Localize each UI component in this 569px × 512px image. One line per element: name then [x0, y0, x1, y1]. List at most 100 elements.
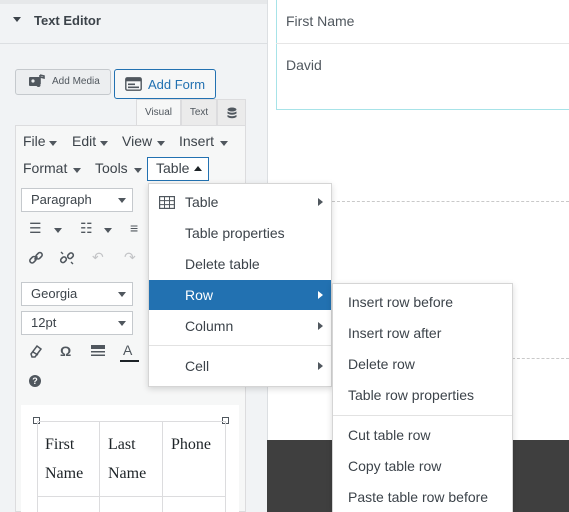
- menu-item-label: Table properties: [185, 225, 285, 241]
- media-icon: [29, 74, 45, 87]
- menu-edit[interactable]: Edit: [72, 133, 96, 149]
- row-submenu: Insert row before Insert row after Delet…: [332, 283, 513, 512]
- align-left-icon[interactable]: ≡: [130, 220, 138, 236]
- menu-item-label: Table row properties: [348, 387, 475, 403]
- text-color-icon[interactable]: A: [123, 342, 132, 358]
- menu-item-table-properties[interactable]: Table properties: [149, 218, 331, 248]
- chevron-down-icon: [118, 198, 126, 203]
- chevron-right-icon: [318, 291, 323, 299]
- add-media-label: Add Media: [52, 76, 100, 87]
- cell-text: First: [45, 436, 75, 453]
- menu-item-cell[interactable]: Cell: [149, 351, 331, 381]
- menu-format[interactable]: Format: [23, 160, 67, 176]
- menu-file[interactable]: File: [23, 133, 46, 149]
- menu-item-label: Delete table: [185, 256, 260, 272]
- preview-field-label: First Name: [286, 13, 355, 29]
- clear-formatting-icon[interactable]: [28, 344, 43, 359]
- cell-text: Name: [45, 465, 84, 482]
- menu-item-label: Insert row before: [348, 294, 454, 310]
- dashed-divider: [332, 201, 569, 202]
- chevron-down-icon: [54, 228, 62, 233]
- menu-item-paste-table-row-before[interactable]: Paste table row before: [333, 482, 512, 512]
- menu-item-column[interactable]: Column: [149, 311, 331, 341]
- menu-item-row[interactable]: Row: [149, 280, 331, 310]
- redo-icon[interactable]: ↷: [124, 249, 136, 266]
- menu-item-label: Paste table row before: [348, 489, 489, 505]
- tab-visual[interactable]: Visual: [136, 99, 181, 125]
- tab-text[interactable]: Text: [181, 99, 217, 125]
- chevron-down-icon: [104, 228, 112, 233]
- bullet-list-icon[interactable]: ☰: [29, 220, 42, 237]
- menu-item-insert-row-after[interactable]: Insert row after: [333, 318, 512, 348]
- cell-text: Phone: [171, 436, 211, 453]
- chevron-down-icon: [49, 141, 57, 146]
- chevron-up-icon: [194, 166, 202, 171]
- table-header-cell[interactable]: Last Name: [108, 430, 146, 488]
- chevron-down-icon: [100, 141, 108, 146]
- chevron-down-icon: [73, 168, 81, 173]
- menu-item-insert-row-before[interactable]: Insert row before: [333, 287, 512, 317]
- menu-separator: [149, 345, 331, 346]
- add-form-label: Add Form: [148, 77, 206, 92]
- menu-item-copy-table-row[interactable]: Copy table row: [333, 451, 512, 481]
- cell-text: Last: [108, 436, 136, 453]
- tab-database[interactable]: [217, 99, 246, 125]
- database-icon: [227, 107, 236, 119]
- menu-separator: [333, 415, 512, 416]
- table-column-divider: [225, 421, 226, 512]
- menu-item-table[interactable]: Table: [149, 187, 331, 217]
- special-character-icon[interactable]: Ω: [60, 343, 71, 359]
- section-title: Text Editor: [34, 13, 101, 28]
- menu-view[interactable]: View: [122, 133, 152, 149]
- chevron-down-icon: [118, 292, 126, 297]
- caret-down-icon[interactable]: [13, 17, 21, 22]
- block-format-select[interactable]: Paragraph: [21, 188, 133, 212]
- table-row-divider: [37, 496, 226, 497]
- menu-item-table-row-properties[interactable]: Table row properties: [333, 380, 512, 410]
- font-family-value: Georgia: [31, 286, 78, 301]
- menu-insert[interactable]: Insert: [179, 133, 214, 149]
- menu-table-label: Table: [156, 160, 190, 176]
- menu-item-label: Delete row: [348, 356, 415, 372]
- menu-item-label: Table: [185, 194, 219, 210]
- menu-item-label: Cut table row: [348, 427, 431, 443]
- menu-item-delete-row[interactable]: Delete row: [333, 349, 512, 379]
- cell-text: Name: [108, 465, 147, 482]
- menu-item-label: Insert row after: [348, 325, 442, 341]
- preview-divider: [276, 43, 569, 44]
- help-icon[interactable]: ?: [29, 375, 41, 387]
- menu-item-label: Row: [185, 287, 214, 303]
- horizontal-line-icon[interactable]: [91, 345, 105, 357]
- preview-field-value: David: [286, 57, 322, 73]
- table-menu: Table Table properties Delete table Row …: [148, 183, 332, 387]
- chevron-right-icon: [318, 362, 323, 370]
- undo-icon[interactable]: ↶: [92, 249, 104, 266]
- chevron-down-icon: [157, 141, 165, 146]
- chevron-down-icon: [134, 168, 142, 173]
- table-grid-icon: [159, 196, 175, 209]
- block-format-value: Paragraph: [31, 192, 92, 207]
- font-size-select[interactable]: 12pt: [21, 311, 133, 335]
- numbered-list-icon[interactable]: ☷: [80, 220, 93, 237]
- chevron-down-icon: [118, 321, 126, 326]
- table-header-cell[interactable]: Phone: [171, 430, 211, 459]
- menu-item-label: Copy table row: [348, 458, 442, 474]
- chevron-right-icon: [318, 322, 323, 330]
- font-family-select[interactable]: Georgia: [21, 282, 133, 306]
- menu-tools[interactable]: Tools: [95, 160, 128, 176]
- table-header-cell[interactable]: First Name: [45, 430, 83, 488]
- font-size-value: 12pt: [31, 315, 57, 330]
- link-icon[interactable]: [28, 250, 44, 266]
- table-column-divider: [162, 421, 163, 512]
- menu-item-cut-table-row[interactable]: Cut table row: [333, 420, 512, 450]
- table-column-divider: [99, 421, 100, 512]
- chevron-right-icon: [318, 198, 323, 206]
- menu-item-delete-table[interactable]: Delete table: [149, 249, 331, 279]
- text-color-swatch: [120, 360, 139, 362]
- form-icon: [125, 77, 142, 91]
- chevron-down-icon: [220, 141, 228, 146]
- menu-item-label: Cell: [185, 358, 210, 374]
- menu-item-label: Column: [185, 318, 234, 334]
- dashed-divider: [512, 358, 569, 359]
- unlink-icon[interactable]: [59, 250, 75, 266]
